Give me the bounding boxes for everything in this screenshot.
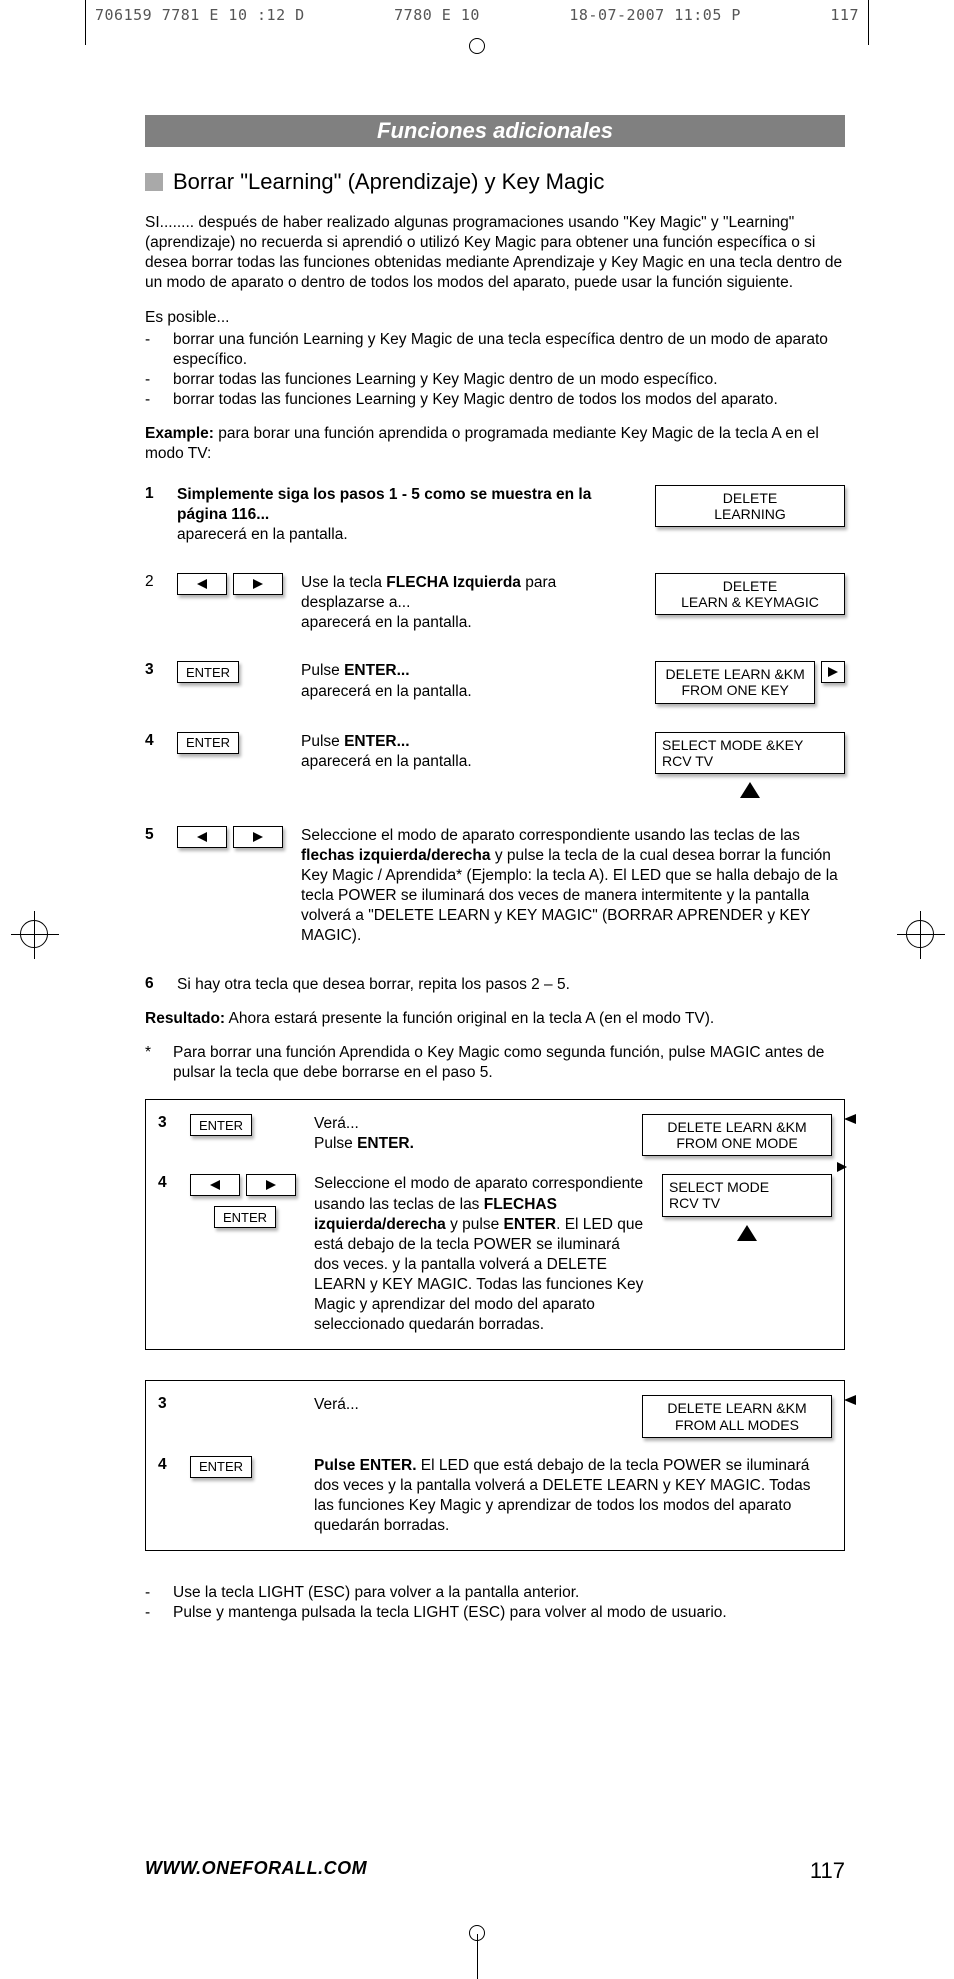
step-keys [177, 573, 287, 595]
lcd-display: DELETE LEARN &KM FROM ONE MODE [642, 1114, 832, 1156]
registration-mark-icon [906, 920, 934, 948]
page: 706159 7781 E 10 :12 D 7780 E 10 18-07-2… [0, 0, 954, 1979]
step-keys: ENTER [190, 1456, 300, 1478]
content-area: Funciones adicionales Borrar "Learning" … [145, 115, 845, 1624]
example-label: Example: [145, 425, 214, 442]
enter-key-icon: ENTER [190, 1114, 252, 1136]
example-text: para borar una función aprendida o progr… [145, 425, 819, 462]
enter-key-icon: ENTER [177, 661, 239, 683]
resultado-line: Resultado: Ahora estará presente la func… [145, 1009, 845, 1029]
step-text: Seleccione el modo de aparato correspond… [314, 1174, 648, 1335]
lcd-display: SELECT MODE &KEY RCV TV [655, 732, 845, 798]
step-keys: ENTER [190, 1174, 300, 1228]
step-row: 4 ENTER Seleccione el modo de aparato co… [158, 1174, 832, 1335]
step-text: Pulse ENTER... aparecerá en la pantalla. [301, 661, 641, 701]
triangle-up-icon [740, 782, 760, 798]
page-title: Funciones adicionales [145, 115, 845, 147]
asterisk-note: * Para borrar una función Aprendida o Ke… [145, 1043, 845, 1083]
step-text: Verá... [314, 1395, 628, 1415]
step-keys: ENTER [177, 732, 287, 754]
arrow-right-icon [828, 1156, 856, 1178]
step-row: 3 Verá... DELETE LEARN &KM FROM ALL MODE… [158, 1395, 832, 1437]
step-row: 5 Seleccione el modo de aparato correspo… [145, 826, 845, 947]
enter-key-icon: ENTER [214, 1206, 276, 1228]
page-footer: WWW.ONEFORALL.COM 117 [145, 1858, 845, 1884]
arrow-left-icon [177, 573, 227, 595]
step-keys [177, 826, 287, 848]
step-number: 3 [145, 661, 163, 679]
triangle-up-icon [737, 1225, 757, 1241]
list-item: -Use la tecla LIGHT (ESC) para volver a … [145, 1583, 845, 1603]
intro-paragraph: SI........ después de haber realizado al… [145, 213, 845, 294]
arrow-right-icon [821, 661, 845, 683]
footer-url: WWW.ONEFORALL.COM [145, 1858, 367, 1884]
step-row: 4 ENTER Pulse ENTER... aparecerá en la p… [145, 732, 845, 798]
step-text: Pulse ENTER... aparecerá en la pantalla. [301, 732, 641, 772]
step-keys: ENTER [177, 661, 287, 683]
step-row: 4 ENTER Pulse ENTER. El LED que está deb… [158, 1456, 832, 1537]
job-page: 117 [830, 6, 859, 24]
step-row: 1 Simplemente siga los pasos 1 - 5 como … [145, 485, 845, 545]
arrow-right-icon [246, 1174, 296, 1196]
arrow-right-icon [233, 573, 283, 595]
step-number: 4 [158, 1456, 176, 1474]
arrow-left-icon [190, 1174, 240, 1196]
step-number: 2 [145, 573, 163, 591]
bullet-square-icon [145, 173, 163, 191]
job-date: 18-07-2007 11:05 P [569, 6, 741, 24]
crop-circle-icon [469, 38, 485, 54]
all-modes-delete-box: 3 Verá... DELETE LEARN &KM FROM ALL MODE… [145, 1380, 845, 1551]
registration-mark-icon [20, 920, 48, 948]
step-row: 2 Use la tecla FLECHA Izquierda para des… [145, 573, 845, 633]
arrow-left-icon [177, 826, 227, 848]
step-number: 4 [145, 732, 163, 750]
resultado-text: Ahora estará presente la función origina… [225, 1010, 714, 1027]
mode-delete-box: 3 ENTER Verá... Pulse ENTER. DELETE LEAR… [145, 1099, 845, 1350]
crop-mark [868, 0, 869, 45]
step-row: 6 Si hay otra tecla que desea borrar, re… [145, 975, 845, 995]
list-item: -borrar todas las funciones Learning y K… [145, 370, 845, 390]
step-text: Simplemente siga los pasos 1 - 5 como se… [177, 485, 641, 545]
step-number: 3 [158, 1395, 176, 1413]
example-line: Example: para borar una función aprendid… [145, 424, 845, 464]
list-item: -Pulse y mantenga pulsada la tecla LIGHT… [145, 1603, 845, 1623]
list-item: -borrar una función Learning y Key Magic… [145, 330, 845, 370]
step-number: 4 [158, 1174, 176, 1192]
section-heading: Borrar "Learning" (Aprendizaje) y Key Ma… [145, 169, 845, 195]
connector-arrow-icon [844, 1395, 856, 1405]
step-text: Use la tecla FLECHA Izquierda para despl… [301, 573, 641, 633]
job-id: 706159 7781 E 10 :12 D [95, 6, 305, 24]
job-mid: 7780 E 10 [394, 6, 480, 24]
step-text: Verá... Pulse ENTER. [314, 1114, 628, 1154]
step-text: Pulse ENTER. El LED que está debajo de l… [314, 1456, 832, 1537]
step-number: 5 [145, 826, 163, 844]
lcd-display: DELETE LEARN &KM FROM ALL MODES [642, 1395, 832, 1437]
step-number: 1 [145, 485, 163, 503]
print-job-header: 706159 7781 E 10 :12 D 7780 E 10 18-07-2… [95, 6, 859, 24]
step-number: 6 [145, 975, 163, 993]
page-number: 117 [810, 1858, 845, 1884]
possible-label: Es posible... [145, 308, 845, 328]
resultado-label: Resultado: [145, 1010, 225, 1027]
enter-key-icon: ENTER [177, 732, 239, 754]
lcd-display: DELETE LEARN &KM FROM ONE KEY [655, 661, 845, 703]
main-steps: 1 Simplemente siga los pasos 1 - 5 como … [145, 485, 845, 995]
enter-key-icon: ENTER [190, 1456, 252, 1478]
step-keys: ENTER [190, 1114, 300, 1136]
list-item: -borrar todas las funciones Learning y K… [145, 390, 845, 410]
lcd-display: SELECT MODE RCV TV [662, 1174, 832, 1240]
lcd-display: DELETE LEARNING [655, 485, 845, 527]
lcd-display: DELETE LEARN & KEYMAGIC [655, 573, 845, 615]
step-number: 3 [158, 1114, 176, 1132]
step-row: 3 ENTER Pulse ENTER... aparecerá en la p… [145, 661, 845, 703]
crop-mark [85, 0, 86, 45]
arrow-right-icon [233, 826, 283, 848]
crop-circle-icon [469, 1925, 485, 1941]
connector-arrow-icon [844, 1114, 856, 1124]
section-title-text: Borrar "Learning" (Aprendizaje) y Key Ma… [173, 169, 604, 195]
step-text: Si hay otra tecla que desea borrar, repi… [177, 975, 845, 995]
step-text: Seleccione el modo de aparato correspond… [301, 826, 845, 947]
step-row: 3 ENTER Verá... Pulse ENTER. DELETE LEAR… [158, 1114, 832, 1156]
